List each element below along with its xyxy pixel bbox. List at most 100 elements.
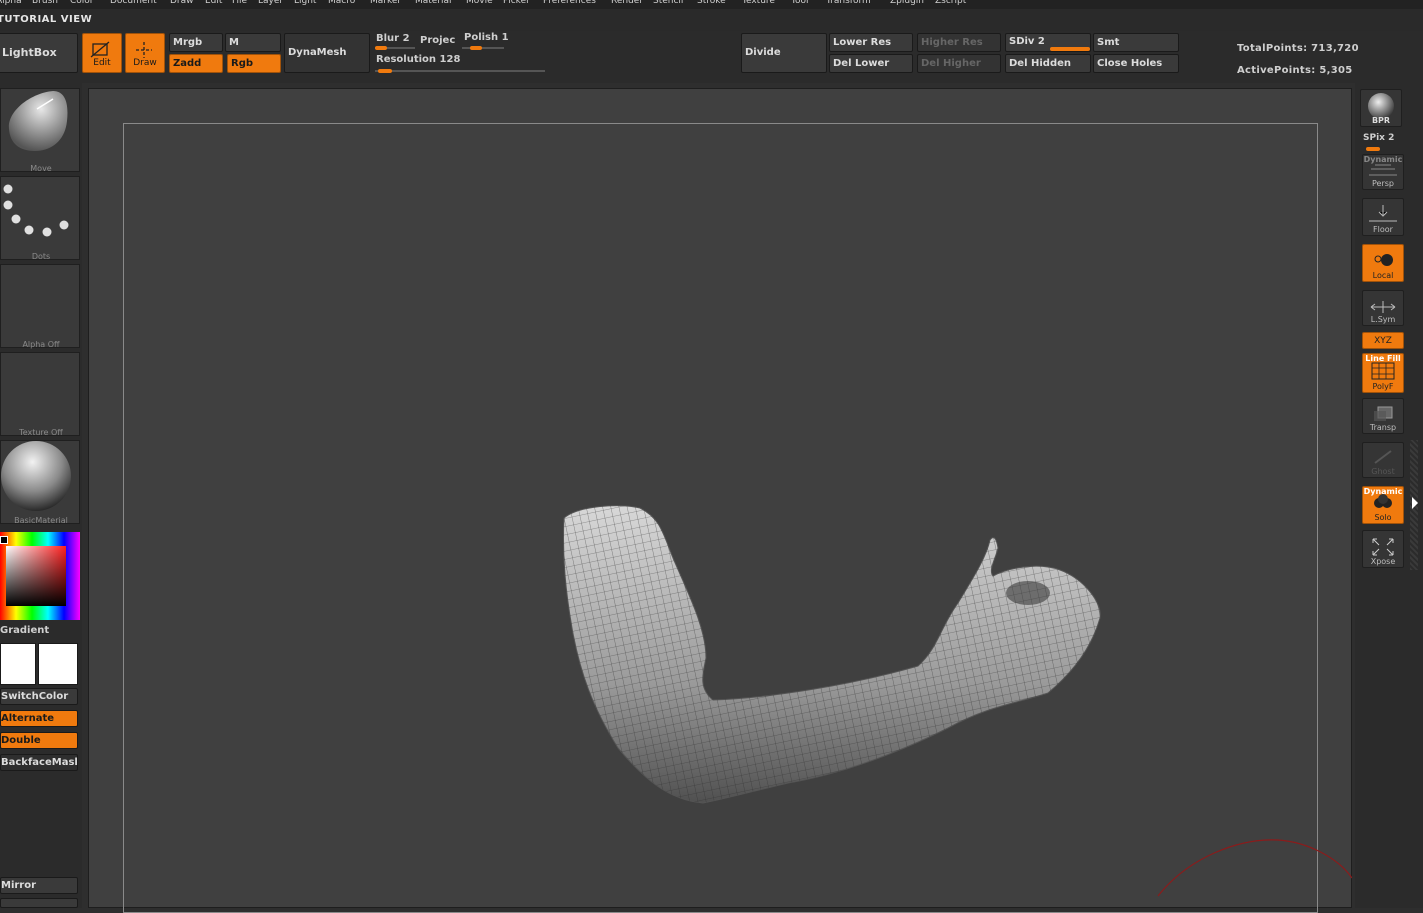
higher-res-button[interactable]: Higher Res	[917, 33, 1001, 52]
mrgb-button[interactable]: Mrgb	[169, 33, 223, 52]
secondary-color-swatch[interactable]	[38, 643, 78, 685]
menu-item-stroke[interactable]: Stroke	[697, 0, 726, 6]
polish-slider-label[interactable]: Polish 1	[464, 32, 509, 43]
solo-label: Solo	[1374, 513, 1392, 522]
local-button[interactable]: Local	[1362, 244, 1404, 282]
menu-item-alpha[interactable]: Alpha	[0, 0, 22, 6]
xpose-button[interactable]: Xpose	[1362, 530, 1404, 568]
edit-button[interactable]: Edit	[82, 33, 122, 73]
gradient-label: Gradient	[0, 625, 50, 636]
ghost-button[interactable]: Ghost	[1362, 442, 1404, 478]
del-hidden-button[interactable]: Del Hidden	[1005, 54, 1091, 73]
xyz-button[interactable]: XYZ	[1362, 332, 1404, 349]
draw-label: Draw	[133, 58, 157, 68]
persp-button[interactable]: Dynamic Persp	[1362, 154, 1404, 190]
menu-item-file[interactable]: File	[232, 0, 247, 6]
polyf-button[interactable]: Line Fill PolyF	[1362, 353, 1404, 393]
viewport-svg[interactable]	[88, 88, 1352, 908]
menu-item-layer[interactable]: Layer	[258, 0, 283, 6]
draw-button[interactable]: Draw	[125, 33, 165, 73]
ghost-icon	[1374, 450, 1392, 464]
floor-label: Floor	[1373, 225, 1393, 234]
alternate-button[interactable]: Alternate	[0, 710, 78, 727]
texture-thumbnail[interactable]: Texture Off	[0, 352, 80, 437]
local-label: Local	[1372, 271, 1394, 280]
color-picker-cursor[interactable]	[0, 536, 8, 544]
alpha-label: Alpha Off	[22, 340, 60, 349]
smt-button[interactable]: Smt	[1093, 33, 1179, 52]
lsym-label: L.Sym	[1370, 315, 1396, 324]
persp-label: Persp	[1372, 179, 1394, 188]
menu-item-color[interactable]: Color	[70, 0, 94, 6]
main-color-swatch[interactable]	[0, 643, 36, 685]
material-sphere-icon	[1, 441, 71, 511]
material-thumbnail[interactable]: BasicMaterial	[0, 440, 80, 525]
menu-item-preferences[interactable]: Preferences	[543, 0, 596, 6]
menu-item-texture[interactable]: Texture	[742, 0, 775, 6]
polyframe-grid-icon	[1371, 362, 1395, 380]
menu-item-picker[interactable]: Picker	[503, 0, 530, 6]
sdiv-slider[interactable]: SDiv 2	[1005, 33, 1091, 52]
double-button[interactable]: Double	[0, 732, 78, 749]
title-bar: TUTORIAL VIEW	[0, 9, 1423, 31]
sdiv-label: SDiv 2	[1009, 36, 1045, 47]
dynamesh-button[interactable]: DynaMesh	[284, 33, 370, 73]
close-holes-button[interactable]: Close Holes	[1093, 54, 1179, 73]
menu-item-stencil[interactable]: Stencil	[653, 0, 683, 6]
transp-button[interactable]: Transp	[1362, 398, 1404, 434]
move-brush-icon	[8, 91, 68, 151]
color-picker[interactable]	[0, 532, 80, 620]
ghost-label: Ghost	[1371, 467, 1395, 476]
menu-item-macro[interactable]: Macro	[328, 0, 355, 6]
del-lower-button[interactable]: Del Lower	[829, 54, 913, 73]
menu-item-movie[interactable]: Movie	[466, 0, 493, 6]
spix-label[interactable]: SPix 2	[1363, 133, 1394, 143]
menu-item-zplugin[interactable]: Zplugin	[890, 0, 924, 6]
lsym-button[interactable]: L.Sym	[1362, 290, 1404, 326]
menu-item-render[interactable]: Render	[611, 0, 643, 6]
tray-scroll-button[interactable]	[0, 898, 78, 908]
backface-mask-button[interactable]: BackfaceMask	[0, 754, 78, 771]
material-label: BasicMaterial	[14, 516, 68, 525]
resolution-slider-track[interactable]	[375, 70, 545, 72]
lower-res-button[interactable]: Lower Res	[829, 33, 913, 52]
del-higher-button[interactable]: Del Higher	[917, 54, 1001, 73]
tray-arrow-icon[interactable]	[1410, 495, 1420, 515]
menu-item-draw[interactable]: Draw	[170, 0, 194, 6]
alpha-thumbnail[interactable]: Alpha Off	[0, 264, 80, 349]
edit-label: Edit	[93, 58, 111, 68]
switch-color-button[interactable]: SwitchColor	[0, 688, 78, 705]
lightbox-button[interactable]: LightBox	[0, 33, 78, 73]
menu-item-document[interactable]: Document	[110, 0, 157, 6]
menu-item-edit[interactable]: Edit	[205, 0, 222, 6]
menu-item-zscript[interactable]: Zscript	[935, 0, 966, 6]
arm-mesh[interactable]	[562, 505, 1101, 804]
zadd-button[interactable]: Zadd	[169, 54, 223, 73]
transp-icon	[1374, 406, 1393, 421]
persp-grid-icon	[1369, 164, 1397, 176]
blur-slider-label[interactable]: Blur 2	[376, 33, 410, 44]
m-button[interactable]: M	[225, 33, 281, 52]
menu-item-marker[interactable]: Marker	[370, 0, 401, 6]
mirror-button[interactable]: Mirror	[0, 877, 78, 894]
project-button[interactable]: Projec	[420, 35, 455, 46]
dots-stroke-icon	[3, 184, 69, 237]
brush-label: Move	[30, 164, 52, 173]
floor-button[interactable]: Floor	[1362, 198, 1404, 236]
menu-item-material[interactable]: Material	[415, 0, 452, 6]
menu-item-brush[interactable]: Brush	[32, 0, 58, 6]
resolution-slider-label[interactable]: Resolution 128	[376, 54, 460, 65]
menu-item-tool[interactable]: Tool	[791, 0, 808, 6]
stroke-thumbnail[interactable]: Dots	[0, 176, 80, 261]
divide-button[interactable]: Divide	[741, 33, 827, 73]
solo-button[interactable]: Dynamic Solo	[1362, 486, 1404, 524]
view-title: TUTORIAL VIEW	[0, 14, 93, 25]
bpr-button[interactable]: BPR	[1360, 89, 1402, 127]
polish-slider-track[interactable]	[462, 47, 504, 49]
menu-item-transform[interactable]: Transform	[826, 0, 871, 6]
xpose-label: Xpose	[1370, 557, 1396, 566]
color-picker-square[interactable]	[6, 546, 66, 606]
brush-thumbnail[interactable]: Move	[0, 88, 80, 173]
rgb-button[interactable]: Rgb	[227, 54, 281, 73]
menu-item-light[interactable]: Light	[294, 0, 316, 6]
